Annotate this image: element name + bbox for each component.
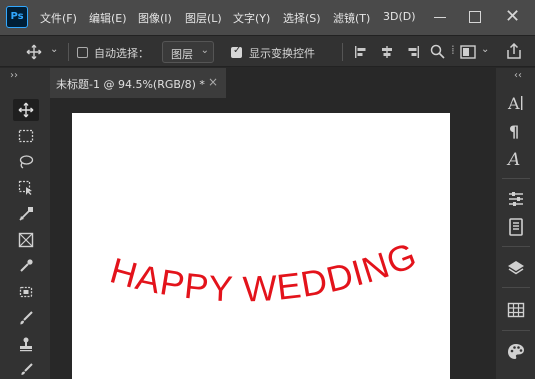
divider [342, 43, 343, 61]
eyedropper-icon [20, 259, 33, 272]
crop-icon [19, 207, 33, 221]
divider [502, 178, 530, 179]
color-panel-button[interactable] [504, 340, 528, 364]
search-icon[interactable] [430, 44, 445, 62]
collapse-panel-button[interactable]: ‹‹ [514, 70, 522, 81]
canvas-artwork: HAPPY WEDDING [106, 234, 422, 310]
brush-icon [20, 311, 33, 325]
maximize-icon [469, 11, 481, 23]
auto-select-target-dropdown[interactable]: 图层 ⌄ [162, 41, 214, 63]
divider [502, 330, 530, 331]
right-panel-dock: ‹‹ A ¶ A [496, 68, 535, 379]
grid-icon [507, 302, 525, 318]
document-canvas[interactable]: HAPPY WEDDING [72, 113, 450, 379]
move-icon [18, 102, 34, 118]
move-tool[interactable] [13, 99, 39, 121]
frame-icon [18, 232, 34, 248]
document-tab-bar: 未标题-1 @ 94.5%(RGB/8) * × [50, 68, 496, 98]
glyphs-panel-button[interactable]: A [504, 147, 528, 171]
svg-text:A: A [507, 94, 520, 113]
svg-text:A: A [506, 150, 520, 169]
eyedropper-tool[interactable] [13, 255, 39, 277]
show-transform-label: 显示变换控件 [249, 47, 315, 60]
chevron-down-icon[interactable]: ⌄ [50, 45, 58, 55]
workspace: HAPPY WEDDING [50, 98, 496, 379]
minimize-icon [434, 17, 446, 18]
marquee-icon [18, 129, 34, 143]
properties-panel-button[interactable] [504, 187, 528, 211]
menu-bar: Ps 文件(F) 编辑(E) 图像(I) 图层(L) 文字(Y) 选择(S) 滤… [0, 0, 535, 35]
show-transform-checkbox[interactable] [231, 45, 242, 58]
close-tab-icon[interactable]: × [208, 75, 218, 89]
document-tab-title: 未标题-1 @ 94.5%(RGB/8) * [56, 78, 205, 91]
history-brush-icon [21, 363, 33, 375]
menu-filter[interactable]: 滤镜(T) [333, 10, 370, 26]
auto-select-target-value: 图层 [171, 48, 193, 61]
menu-type[interactable]: 文字(Y) [233, 10, 270, 26]
maximize-button[interactable] [465, 7, 485, 27]
brush-tool[interactable] [13, 307, 39, 329]
marquee-tool[interactable] [13, 125, 39, 147]
photoshop-logo[interactable]: Ps [6, 6, 28, 28]
sliders-icon [509, 192, 523, 206]
paragraph-icon: ¶ [509, 122, 519, 141]
menu-edit[interactable]: 编辑(E) [89, 10, 127, 26]
auto-select-label: 自动选择： [94, 47, 149, 60]
character-panel-button[interactable]: A [504, 91, 528, 115]
layers-panel-button[interactable] [504, 256, 528, 280]
divider [502, 246, 530, 247]
layers-icon [508, 261, 524, 275]
bandage-icon [19, 286, 33, 298]
libraries-panel-button[interactable] [504, 215, 528, 239]
menu-select[interactable]: 选择(S) [283, 10, 321, 26]
divider [68, 43, 69, 61]
close-button[interactable]: ✕ [504, 6, 524, 27]
svg-text:¶: ¶ [509, 122, 519, 141]
menu-3d[interactable]: 3D(D) [383, 10, 416, 23]
warped-text-layer: HAPPY WEDDING [106, 234, 422, 310]
share-icon[interactable] [506, 42, 522, 62]
align-left-icon[interactable] [354, 45, 368, 62]
stamp-tool[interactable] [13, 333, 39, 355]
stamp-icon [20, 337, 32, 352]
glyphs-icon: A [506, 150, 520, 169]
swatches-panel-button[interactable] [504, 298, 528, 322]
crop-tool[interactable] [13, 203, 39, 225]
align-horizontal-center-icon[interactable] [380, 45, 394, 62]
collapse-panel-button[interactable]: ›› [10, 70, 18, 81]
menu-image[interactable]: 图像(I) [138, 10, 172, 26]
history-brush-tool[interactable] [13, 359, 39, 379]
frame-tool[interactable] [13, 229, 39, 251]
object-selection-icon [18, 180, 32, 195]
paragraph-panel-button[interactable]: ¶ [504, 119, 528, 143]
character-icon: A [507, 94, 523, 113]
options-bar: ⌄ 自动选择： 图层 ⌄ 显示变换控件 ⁞ ⌄ [0, 35, 535, 67]
lasso-tool[interactable] [13, 151, 39, 173]
libraries-icon [509, 218, 523, 236]
object-selection-tool[interactable] [13, 177, 39, 199]
chevron-down-icon: ⌄ [200, 45, 209, 56]
tools-panel: ›› [0, 68, 50, 379]
warped-text: HAPPY WEDDING [106, 234, 421, 310]
close-icon: ✕ [505, 6, 521, 27]
menu-layer[interactable]: 图层(L) [185, 10, 222, 26]
chevron-down-icon[interactable]: ⌄ [481, 45, 489, 55]
healing-brush-tool[interactable] [13, 281, 39, 303]
menu-file[interactable]: 文件(F) [40, 10, 77, 26]
divider [502, 287, 530, 288]
workspace-icon[interactable] [460, 45, 476, 62]
more-options-icon[interactable]: ⁞ [451, 44, 455, 56]
minimize-button[interactable] [430, 7, 450, 27]
document-tab[interactable]: 未标题-1 @ 94.5%(RGB/8) * × [50, 68, 226, 98]
auto-select-checkbox[interactable] [77, 47, 88, 58]
move-tool-preset-icon[interactable] [26, 44, 42, 63]
palette-icon [508, 344, 524, 359]
lasso-icon [19, 155, 34, 169]
align-right-icon[interactable] [406, 45, 420, 62]
